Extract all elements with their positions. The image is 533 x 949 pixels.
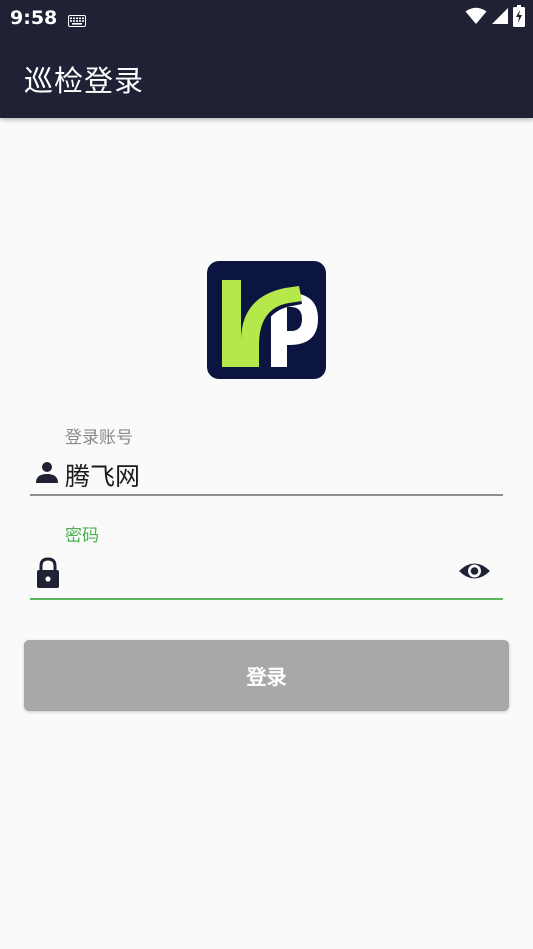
status-icons: [465, 5, 525, 31]
wifi-icon: [465, 7, 487, 29]
account-field[interactable]: 腾飞网: [30, 452, 503, 496]
account-label: 登录账号: [65, 428, 133, 448]
account-input-value[interactable]: 腾飞网: [65, 457, 140, 493]
app-bar: 巡检登录: [0, 36, 533, 118]
password-input[interactable]: [70, 556, 450, 590]
lock-icon: [36, 557, 60, 593]
keyboard-icon: [68, 12, 86, 31]
password-label: 密码: [65, 526, 99, 546]
status-bar: 9:58: [0, 0, 533, 36]
login-button[interactable]: 登录: [24, 640, 509, 711]
person-icon: [35, 460, 59, 488]
logo-icon: [207, 261, 326, 379]
battery-charging-icon: [513, 5, 525, 31]
signal-icon: [491, 7, 509, 29]
password-field[interactable]: [30, 550, 503, 600]
eye-icon[interactable]: [458, 560, 491, 586]
page-title: 巡检登录: [24, 64, 145, 98]
status-time: 9:58: [10, 7, 58, 29]
